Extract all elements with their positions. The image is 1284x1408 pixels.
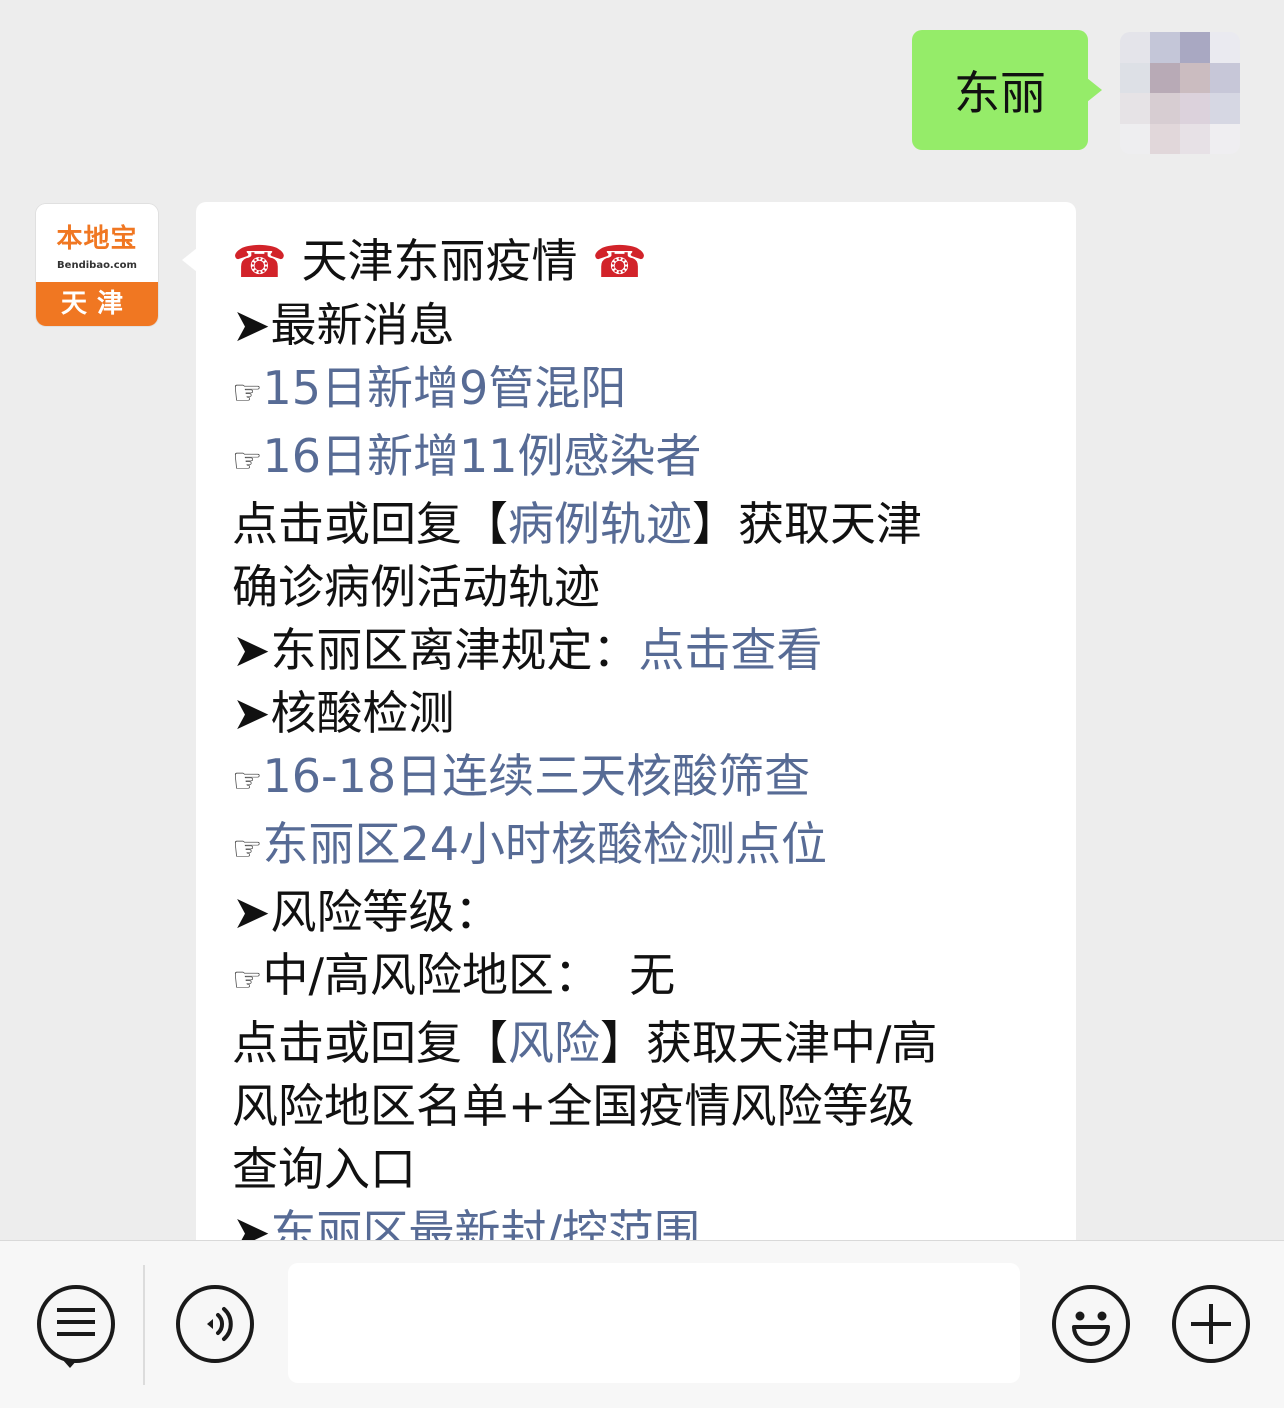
plus-icon[interactable]: [1172, 1285, 1250, 1363]
pointing-hand-icon: ☞: [232, 761, 263, 801]
pointing-hand-icon: ☞: [232, 829, 263, 869]
lockdown-link-line[interactable]: ➤东丽区最新封/控范围: [232, 1201, 1052, 1240]
emoji-icon[interactable]: [1052, 1285, 1130, 1363]
arrow-icon: ➤: [232, 1205, 271, 1240]
risk-reply-line-2: 风险地区名单+全国疫情风险等级: [232, 1079, 915, 1133]
message-title-line: ☎ 天津东丽疫情 ☎: [232, 230, 1052, 294]
section-test: ➤核酸检测: [232, 686, 455, 740]
arrow-icon: ➤: [232, 885, 271, 939]
bot-avatar[interactable]: 本地宝 Bendibao.com 天津: [36, 204, 158, 326]
chat-input-toolbar: [0, 1240, 1284, 1408]
pointing-hand-icon: ☞: [232, 960, 263, 1000]
pointing-hand-icon: ☞: [232, 373, 263, 413]
track-keyword-link[interactable]: 病例轨迹: [508, 497, 692, 551]
pointing-hand-icon: ☞: [232, 441, 263, 481]
arrow-icon: ➤: [232, 298, 271, 352]
phone-icon: ☎: [232, 237, 287, 288]
arrow-icon: ➤: [232, 623, 271, 677]
news-link-2[interactable]: ☞16日新增11例感染者: [232, 425, 1052, 493]
bot-city-label: 天津: [36, 282, 158, 326]
risk-reply-line-3: 查询入口: [232, 1142, 416, 1196]
outgoing-message-text: 东丽: [954, 66, 1046, 120]
menu-icon[interactable]: [37, 1285, 115, 1363]
voice-icon[interactable]: [176, 1285, 254, 1363]
track-reply-line: 点击或回复【病例轨迹】获取天津: [232, 497, 922, 551]
incoming-message-text: ☎ 天津东丽疫情 ☎ ➤最新消息 ☞15日新增9管混阳 ☞16日新增11例感染者…: [232, 230, 1052, 1240]
arrow-icon: ➤: [232, 686, 271, 740]
lockdown-link[interactable]: 东丽区最新封/控范围: [271, 1205, 701, 1240]
risk-reply-line: 点击或回复【风险】获取天津中/高: [232, 1016, 938, 1070]
test-link-1[interactable]: ☞16-18日连续三天核酸筛查: [232, 745, 1052, 813]
toolbar-divider: [143, 1265, 145, 1385]
leave-rules-line: ➤东丽区离津规定：点击查看: [232, 623, 823, 677]
bot-site-label: Bendibao.com: [57, 260, 137, 271]
test-link-2[interactable]: ☞东丽区24小时核酸检测点位: [232, 813, 1052, 881]
bot-brand-logo: 本地宝: [56, 224, 138, 254]
risk-area-line: ☞中/高风险地区： 无: [232, 948, 676, 1002]
message-title: 天津东丽疫情: [301, 234, 578, 288]
menu-caret-icon: [62, 1359, 78, 1368]
news-link-1[interactable]: ☞15日新增9管混阳: [232, 357, 1052, 425]
section-risk: ➤风险等级：: [232, 885, 501, 939]
phone-icon: ☎: [592, 237, 647, 288]
incoming-message-bubble: ☎ 天津东丽疫情 ☎ ➤最新消息 ☞15日新增9管混阳 ☞16日新增11例感染者…: [182, 202, 1076, 1240]
message-input[interactable]: [288, 1263, 1020, 1383]
track-reply-line-2: 确诊病例活动轨迹: [232, 560, 600, 614]
leave-rules-link[interactable]: 点击查看: [639, 623, 823, 677]
section-latest: ➤最新消息: [232, 298, 455, 352]
chat-area: 东丽 本地宝 Bendibao.com 天津 ☎ 天津东丽疫情 ☎ ➤最新消息 …: [0, 0, 1284, 1240]
outgoing-message-bubble[interactable]: 东丽: [912, 30, 1102, 150]
user-avatar[interactable]: [1120, 32, 1240, 154]
risk-keyword-link[interactable]: 风险: [508, 1016, 600, 1070]
